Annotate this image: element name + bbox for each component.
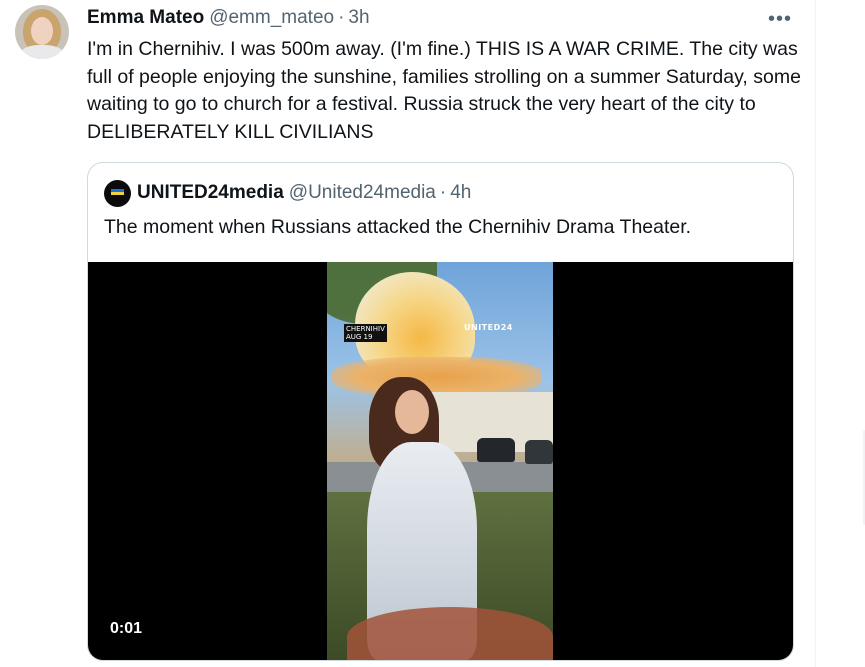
parked-car (477, 438, 515, 462)
quote-timestamp[interactable]: 4h (450, 182, 471, 204)
flag-yellow-stripe (111, 191, 124, 195)
video-frame: CHERNIHIV AUG 19 UNITED24 (327, 262, 553, 660)
united24-logo-icon[interactable] (104, 179, 131, 207)
parked-car (525, 440, 553, 464)
foreground-blur (347, 607, 553, 660)
tweet-text: I'm in Chernihiv. I was 500m away. (I'm … (87, 38, 801, 143)
tweet-timestamp[interactable]: 3h (348, 7, 369, 29)
author-name[interactable]: Emma Mateo (87, 7, 204, 29)
video-player[interactable]: CHERNIHIV AUG 19 UNITED24 0:01 (88, 262, 793, 660)
avatar-shirt (20, 45, 64, 59)
person-face (395, 390, 429, 434)
avatar-face (31, 17, 53, 45)
avatar[interactable] (15, 5, 69, 59)
author-handle[interactable]: @emm_mateo (209, 7, 334, 29)
location-tag: CHERNIHIV AUG 19 (344, 324, 387, 342)
quoted-tweet[interactable]: UNITED24media @United24media · 4h The mo… (87, 162, 794, 661)
more-horizontal-icon[interactable]: ••• (766, 5, 794, 33)
brand-watermark: UNITED24 (464, 323, 513, 332)
separator-dot: · (338, 7, 345, 28)
video-elapsed-time: 0:01 (110, 620, 143, 637)
separator-dot: · (439, 182, 447, 203)
tweet-header: Emma Mateo @emm_mateo · 3h (87, 7, 370, 31)
tweet[interactable]: Emma Mateo @emm_mateo · 3h ••• I'm in Ch… (0, 0, 815, 667)
quote-author-name[interactable]: UNITED24media (137, 182, 284, 204)
quote-text: The moment when Russians attacked the Ch… (104, 216, 692, 238)
quote-author-handle[interactable]: @United24media (289, 182, 436, 204)
quote-header: UNITED24media @United24media · 4h (104, 179, 471, 207)
explosion-fire (332, 357, 542, 397)
right-rail-divider (815, 0, 865, 667)
